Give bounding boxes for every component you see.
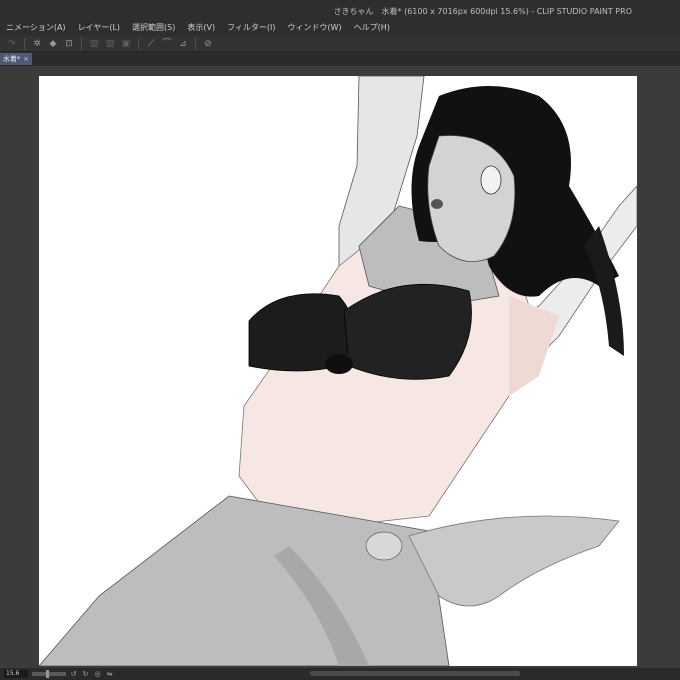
mouth bbox=[431, 199, 443, 209]
select-all-icon[interactable]: ▧ bbox=[88, 38, 100, 50]
drawing-canvas[interactable] bbox=[39, 76, 637, 666]
zoom-slider[interactable] bbox=[32, 670, 66, 678]
title-bar: さきちゃん 水着* (6100 x 7016px 600dpi 15.6%) -… bbox=[0, 0, 680, 20]
deselect-icon[interactable]: ▨ bbox=[104, 38, 116, 50]
horizontal-scrollbar[interactable] bbox=[310, 671, 520, 676]
menu-filter[interactable]: フィルター(I) bbox=[221, 20, 281, 36]
menu-help[interactable]: ヘルプ(H) bbox=[348, 20, 396, 36]
toolbar-separator bbox=[138, 37, 139, 50]
status-bar: 15.6 ↺ ↻ ◎ ⇋ bbox=[0, 668, 680, 680]
close-icon[interactable]: × bbox=[23, 53, 29, 65]
rotate-left-icon[interactable]: ↺ bbox=[69, 670, 78, 679]
document-tab-label: 水着* bbox=[3, 55, 21, 63]
command-bar: ↷ ✲ ◆ ⊡ ▧ ▨ ▣ ⟋ ⌒ ⊿ ⊘ bbox=[0, 36, 680, 52]
menu-view[interactable]: 表示(V) bbox=[181, 20, 221, 36]
canvas-workspace bbox=[0, 66, 680, 668]
menu-animation[interactable]: ニメーション(A) bbox=[0, 20, 72, 36]
window-title: さきちゃん 水着* (6100 x 7016px 600dpi 15.6%) -… bbox=[333, 7, 632, 16]
zoom-slider-knob[interactable] bbox=[46, 670, 49, 678]
flip-icon[interactable]: ⇋ bbox=[105, 670, 114, 679]
skirt bbox=[39, 495, 450, 666]
menu-selection[interactable]: 選択範囲(S) bbox=[126, 20, 181, 36]
document-tab-strip: 水着* × bbox=[0, 52, 680, 66]
bikini-knot bbox=[325, 354, 353, 374]
transform-icon[interactable]: ⊡ bbox=[63, 38, 75, 50]
menu-window[interactable]: ウィンドウ(W) bbox=[282, 20, 348, 36]
toolbar-separator bbox=[195, 37, 196, 50]
menu-bar: ニメーション(A) レイヤー(L) 選択範囲(S) 表示(V) フィルター(I)… bbox=[0, 20, 680, 36]
document-tab[interactable]: 水着* × bbox=[0, 53, 32, 65]
fill-icon[interactable]: ◆ bbox=[47, 38, 59, 50]
artwork bbox=[39, 76, 637, 666]
rotate-right-icon[interactable]: ↻ bbox=[81, 670, 90, 679]
menu-layer[interactable]: レイヤー(L) bbox=[72, 20, 126, 36]
snap-icon[interactable]: ⊘ bbox=[202, 38, 214, 50]
loading-spinner-icon[interactable]: ✲ bbox=[31, 38, 43, 50]
invert-selection-icon[interactable]: ▣ bbox=[120, 38, 132, 50]
zoom-field[interactable]: 15.6 bbox=[4, 670, 28, 678]
ruler-icon[interactable]: ⟋ bbox=[145, 38, 157, 50]
skirt-knot bbox=[365, 531, 403, 561]
reset-rotation-icon[interactable]: ◎ bbox=[93, 670, 102, 679]
wing bbox=[408, 515, 620, 607]
perspective-ruler-icon[interactable]: ⊿ bbox=[177, 38, 189, 50]
toolbar-separator bbox=[24, 37, 25, 50]
redo-icon[interactable]: ↷ bbox=[6, 38, 18, 50]
curve-ruler-icon[interactable]: ⌒ bbox=[161, 38, 173, 50]
toolbar-separator bbox=[81, 37, 82, 50]
eye bbox=[480, 165, 502, 195]
